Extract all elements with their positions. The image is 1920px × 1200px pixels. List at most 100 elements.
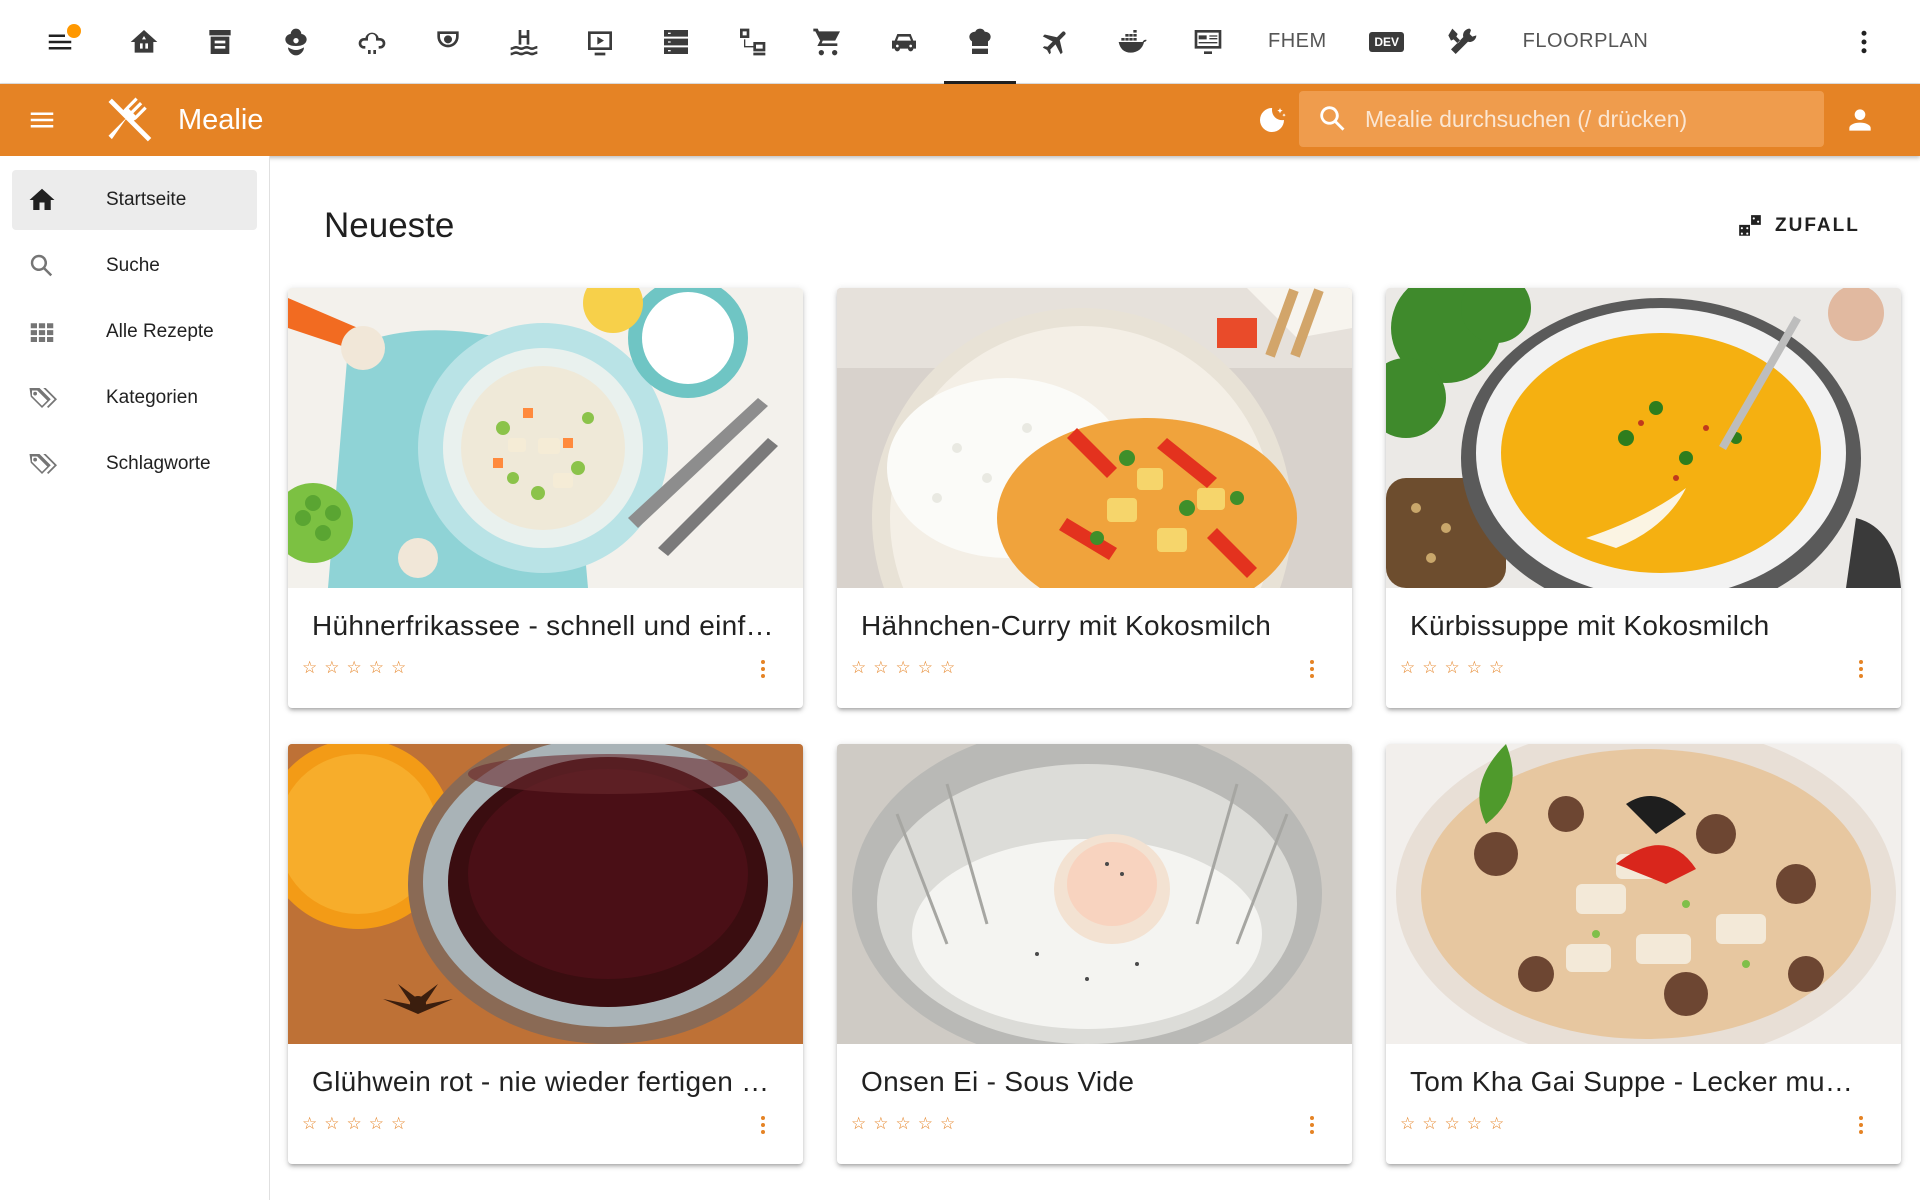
star-icon[interactable]: ☆ <box>851 658 866 678</box>
star-icon[interactable]: ☆ <box>851 1114 866 1134</box>
fork-knife-icon <box>108 97 152 142</box>
recipe-rating[interactable]: ☆ ☆ ☆ ☆ ☆ <box>1400 658 1511 678</box>
sidebar-item-suche[interactable]: Suche <box>12 236 257 296</box>
sidebar-item-kategorien[interactable]: Kategorien <box>12 368 257 428</box>
star-icon[interactable]: ☆ <box>1400 1114 1415 1134</box>
user-account-button[interactable] <box>1840 100 1880 140</box>
recipe-card[interactable]: Kürbissuppe mit Kokosmilch ☆ ☆ ☆ ☆ ☆ <box>1386 288 1901 708</box>
recipe-title[interactable]: Kürbissuppe mit Kokosmilch <box>1410 610 1880 642</box>
star-icon[interactable]: ☆ <box>324 1114 339 1134</box>
recipe-rating[interactable]: ☆ ☆ ☆ ☆ ☆ <box>302 1114 413 1134</box>
recipe-rating[interactable]: ☆ ☆ ☆ ☆ ☆ <box>302 658 413 678</box>
security-camera-icon <box>437 30 459 47</box>
recipe-title[interactable]: Hähnchen-Curry mit Kokosmilch <box>861 610 1331 642</box>
nav-toggle-button[interactable] <box>20 98 64 142</box>
ha-tab-shopping[interactable] <box>790 0 866 84</box>
recipe-image[interactable] <box>288 288 803 588</box>
sidebar-item-alle-rezepte[interactable]: Alle Rezepte <box>12 302 257 362</box>
ha-tab-dev[interactable]: DEV <box>1349 0 1425 84</box>
ha-tab-fhem[interactable]: FHEM <box>1246 0 1349 84</box>
theme-toggle-button[interactable] <box>1250 98 1294 142</box>
search-bar[interactable] <box>1299 91 1824 147</box>
star-icon[interactable]: ☆ <box>918 1114 933 1134</box>
star-icon[interactable]: ☆ <box>1422 1114 1437 1134</box>
grid-icon <box>24 314 60 350</box>
star-icon[interactable]: ☆ <box>940 658 955 678</box>
ha-tab-network[interactable] <box>714 0 790 84</box>
star-icon[interactable]: ☆ <box>324 658 339 678</box>
star-icon[interactable]: ☆ <box>391 1114 406 1134</box>
star-icon[interactable]: ☆ <box>1467 658 1482 678</box>
ha-tab-garden[interactable] <box>258 0 334 84</box>
ha-tab-pool[interactable] <box>486 0 562 84</box>
star-icon[interactable]: ☆ <box>1400 658 1415 678</box>
star-icon[interactable]: ☆ <box>1489 658 1504 678</box>
star-icon[interactable]: ☆ <box>1445 1114 1460 1134</box>
recipe-card[interactable]: Hühnerfrikassee - schnell und einfach ☆ ☆… <box>288 288 803 708</box>
ha-tab-security[interactable] <box>410 0 486 84</box>
star-icon[interactable]: ☆ <box>896 658 911 678</box>
ha-tab-archive[interactable] <box>182 0 258 84</box>
search-input[interactable] <box>1365 105 1805 133</box>
star-icon[interactable]: ☆ <box>391 658 406 678</box>
recipe-title[interactable]: Tom Kha Gai Suppe - Lecker mu… <box>1410 1066 1880 1098</box>
recipe-image[interactable] <box>288 744 803 1044</box>
star-icon[interactable]: ☆ <box>347 658 362 678</box>
star-icon[interactable]: ☆ <box>1422 658 1437 678</box>
ha-more-button[interactable] <box>1844 22 1884 62</box>
star-icon[interactable]: ☆ <box>1467 1114 1482 1134</box>
recipe-title[interactable]: Glühwein rot - nie wieder fertigen kaufe… <box>312 1066 782 1098</box>
star-icon[interactable]: ☆ <box>1445 658 1460 678</box>
sidebar-item-startseite[interactable]: Startseite <box>12 170 257 230</box>
ha-tab-media[interactable] <box>562 0 638 84</box>
ha-tab-monitor[interactable] <box>1170 0 1246 84</box>
ha-tab-mealie[interactable] <box>942 0 1018 84</box>
recipe-title[interactable]: Onsen Ei - Sous Vide <box>861 1066 1331 1098</box>
ha-tab-weather[interactable] <box>334 0 410 84</box>
ha-tab-home[interactable] <box>106 0 182 84</box>
account-icon <box>1849 109 1871 131</box>
star-icon[interactable]: ☆ <box>347 1114 362 1134</box>
recipe-image[interactable] <box>1386 744 1901 1044</box>
star-icon[interactable]: ☆ <box>873 1114 888 1134</box>
recipe-rating[interactable]: ☆ ☆ ☆ ☆ ☆ <box>1400 1114 1511 1134</box>
recipe-menu-button[interactable] <box>751 652 775 686</box>
recipe-menu-button[interactable] <box>1300 1108 1324 1142</box>
star-icon[interactable]: ☆ <box>369 658 384 678</box>
recipe-title[interactable]: Hühnerfrikassee - schnell und einfach <box>312 610 782 642</box>
app-title[interactable]: Mealie <box>178 104 263 137</box>
ha-menu-button[interactable] <box>30 0 90 84</box>
recipe-menu-button[interactable] <box>751 1108 775 1142</box>
recipe-card[interactable]: Hähnchen-Curry mit Kokosmilch ☆ ☆ ☆ ☆ ☆ <box>837 288 1352 708</box>
ha-tab-car[interactable] <box>866 0 942 84</box>
ha-tab-docker[interactable] <box>1094 0 1170 84</box>
recipe-menu-button[interactable] <box>1849 1108 1873 1142</box>
sidebar-item-schlagworte[interactable]: Schlagworte <box>12 434 257 494</box>
recipe-rating[interactable]: ☆ ☆ ☆ ☆ ☆ <box>851 1114 962 1134</box>
star-icon[interactable]: ☆ <box>302 1114 317 1134</box>
recipe-image[interactable] <box>837 744 1352 1044</box>
star-icon[interactable]: ☆ <box>369 1114 384 1134</box>
random-recipe-button[interactable]: ZUFALL <box>1725 204 1872 248</box>
star-icon[interactable]: ☆ <box>918 658 933 678</box>
mealie-logo[interactable] <box>104 93 158 147</box>
ha-tab-tools[interactable] <box>1425 0 1501 84</box>
ha-tab-floorplan[interactable]: FLOORPLAN <box>1501 0 1671 84</box>
star-icon[interactable]: ☆ <box>873 658 888 678</box>
recipe-menu-button[interactable] <box>1849 652 1873 686</box>
ha-tab-travel[interactable] <box>1018 0 1094 84</box>
star-icon[interactable]: ☆ <box>940 1114 955 1134</box>
recipe-card[interactable]: Onsen Ei - Sous Vide ☆ ☆ ☆ ☆ ☆ <box>837 744 1352 1164</box>
more-vertical-icon <box>1859 1116 1863 1134</box>
recipe-menu-button[interactable] <box>1300 652 1324 686</box>
star-icon[interactable]: ☆ <box>896 1114 911 1134</box>
recipe-image[interactable] <box>837 288 1352 588</box>
recipe-card[interactable]: Tom Kha Gai Suppe - Lecker mu… ☆ ☆ ☆ ☆ ☆ <box>1386 744 1901 1164</box>
recipe-rating[interactable]: ☆ ☆ ☆ ☆ ☆ <box>851 658 962 678</box>
star-icon[interactable]: ☆ <box>302 658 317 678</box>
more-vertical-icon <box>1310 1116 1314 1134</box>
recipe-image[interactable] <box>1386 288 1901 588</box>
recipe-card[interactable]: Glühwein rot - nie wieder fertigen kaufe… <box>288 744 803 1164</box>
ha-tab-server[interactable] <box>638 0 714 84</box>
star-icon[interactable]: ☆ <box>1489 1114 1504 1134</box>
